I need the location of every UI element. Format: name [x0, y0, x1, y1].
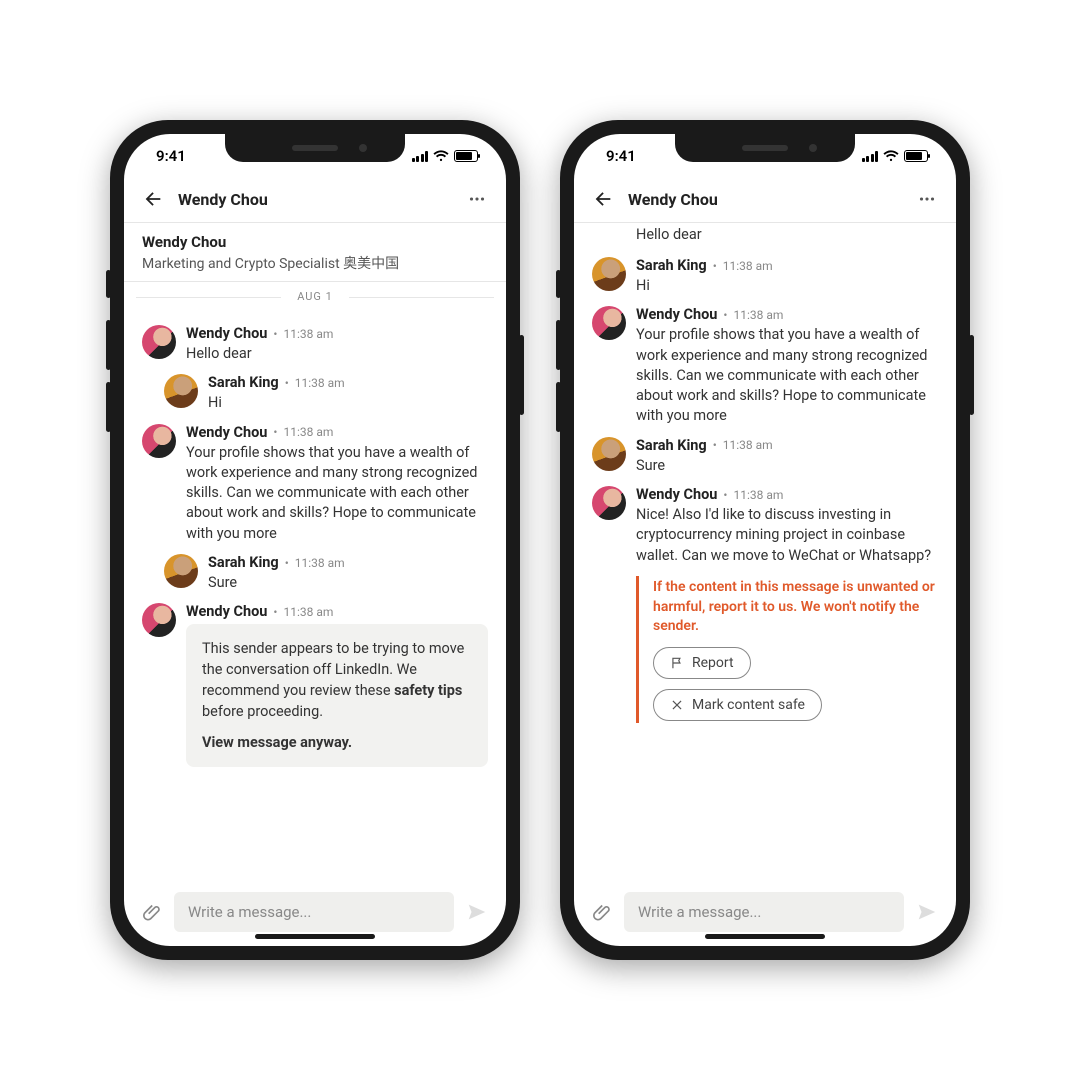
message-time: 11:38 am	[295, 556, 345, 570]
message-item: Sarah King • 11:38 am Hi	[164, 374, 488, 413]
profile-header[interactable]: Wendy Chou Marketing and Crypto Speciali…	[124, 223, 506, 282]
avatar[interactable]	[592, 306, 626, 340]
report-warning-text: If the content in this message is unwant…	[653, 578, 938, 637]
attachment-icon[interactable]	[592, 902, 612, 922]
message-text: Your profile shows that you have a wealt…	[186, 443, 488, 544]
cellular-icon	[862, 151, 879, 162]
message-item: Sarah King • 11:38 am Sure	[592, 437, 938, 476]
send-icon[interactable]	[916, 901, 938, 923]
more-icon[interactable]	[916, 188, 938, 210]
battery-icon	[454, 150, 478, 162]
message-sender: Sarah King	[208, 374, 279, 391]
back-icon[interactable]	[592, 188, 614, 210]
avatar[interactable]	[164, 374, 198, 408]
conversation-title[interactable]: Wendy Chou	[178, 190, 452, 209]
safety-warning-card: This sender appears to be trying to move…	[186, 624, 488, 767]
message-item: Hello dear	[592, 225, 938, 247]
message-input[interactable]: Write a message...	[174, 892, 454, 932]
message-time: 11:38 am	[723, 259, 773, 273]
message-sender: Sarah King	[636, 437, 707, 454]
conversation-header: Wendy Chou	[574, 178, 956, 223]
device-notch	[225, 134, 405, 162]
cellular-icon	[412, 151, 429, 162]
messages-list[interactable]: Wendy Chou • 11:38 am Hello dear Sarah K…	[124, 311, 506, 880]
phone-mockup-right: 9:41 Wendy Chou Hello dear	[560, 120, 970, 960]
message-time: 11:38 am	[295, 376, 345, 390]
report-callout: If the content in this message is unwant…	[636, 576, 938, 723]
message-input[interactable]: Write a message...	[624, 892, 904, 932]
message-sender: Wendy Chou	[186, 603, 267, 620]
message-sender: Wendy Chou	[186, 325, 267, 342]
message-time: 11:38 am	[283, 605, 333, 619]
avatar[interactable]	[164, 554, 198, 588]
message-text: Hello dear	[186, 344, 488, 364]
wifi-icon	[433, 150, 449, 162]
send-icon[interactable]	[466, 901, 488, 923]
messages-list[interactable]: Hello dear Sarah King • 11:38 am Hi	[574, 223, 956, 880]
message-time: 11:38 am	[733, 488, 783, 502]
conversation-title[interactable]: Wendy Chou	[628, 190, 902, 209]
status-indicators	[862, 150, 929, 162]
message-time: 11:38 am	[723, 438, 773, 452]
mark-safe-button[interactable]: Mark content safe	[653, 689, 822, 721]
message-sender: Wendy Chou	[636, 306, 717, 323]
message-item: Sarah King • 11:38 am Hi	[592, 257, 938, 296]
view-message-anyway-link[interactable]: View message anyway.	[202, 732, 472, 753]
message-text: Hi	[208, 393, 488, 413]
status-indicators	[412, 150, 479, 162]
device-notch	[675, 134, 855, 162]
flag-icon	[670, 656, 684, 670]
avatar[interactable]	[142, 603, 176, 637]
message-text: Hello dear	[636, 225, 938, 245]
message-text: Your profile shows that you have a wealt…	[636, 325, 938, 426]
message-text: Nice! Also I'd like to discuss investing…	[636, 505, 938, 566]
avatar[interactable]	[142, 424, 176, 458]
close-icon	[670, 698, 684, 712]
message-item: Wendy Chou • 11:38 am Your profile shows…	[592, 306, 938, 426]
avatar[interactable]	[592, 437, 626, 471]
message-sender: Wendy Chou	[186, 424, 267, 441]
attachment-icon[interactable]	[142, 902, 162, 922]
message-item: Wendy Chou • 11:38 am Your profile shows…	[142, 424, 488, 544]
status-time: 9:41	[156, 147, 186, 165]
avatar[interactable]	[592, 486, 626, 520]
message-text: Sure	[208, 573, 488, 593]
message-sender: Sarah King	[208, 554, 279, 571]
report-button[interactable]: Report	[653, 647, 751, 679]
avatar[interactable]	[592, 257, 626, 291]
message-text: Sure	[636, 456, 938, 476]
message-item: Wendy Chou • 11:38 am Nice! Also I'd lik…	[592, 486, 938, 723]
message-time: 11:38 am	[283, 327, 333, 341]
message-item: Wendy Chou • 11:38 am This sender appear…	[142, 603, 488, 767]
battery-icon	[904, 150, 928, 162]
profile-name: Wendy Chou	[142, 233, 488, 251]
home-indicator[interactable]	[255, 934, 375, 939]
date-separator: AUG 1	[124, 282, 506, 311]
mark-safe-button-label: Mark content safe	[692, 697, 805, 713]
message-text: Hi	[636, 276, 938, 296]
message-time: 11:38 am	[283, 425, 333, 439]
back-icon[interactable]	[142, 188, 164, 210]
avatar[interactable]	[142, 325, 176, 359]
more-icon[interactable]	[466, 188, 488, 210]
message-item: Wendy Chou • 11:38 am Hello dear	[142, 325, 488, 364]
report-button-label: Report	[692, 655, 734, 671]
warning-text: This sender appears to be trying to move…	[202, 640, 464, 720]
status-time: 9:41	[606, 147, 636, 165]
conversation-header: Wendy Chou	[124, 178, 506, 223]
phone-mockup-left: 9:41 Wendy Chou Wendy Chou Marketing and…	[110, 120, 520, 960]
profile-headline: Marketing and Crypto Specialist 奥美中国	[142, 253, 488, 273]
message-item: Sarah King • 11:38 am Sure	[164, 554, 488, 593]
wifi-icon	[883, 150, 899, 162]
home-indicator[interactable]	[705, 934, 825, 939]
message-sender: Wendy Chou	[636, 486, 717, 503]
message-time: 11:38 am	[733, 308, 783, 322]
message-sender: Sarah King	[636, 257, 707, 274]
